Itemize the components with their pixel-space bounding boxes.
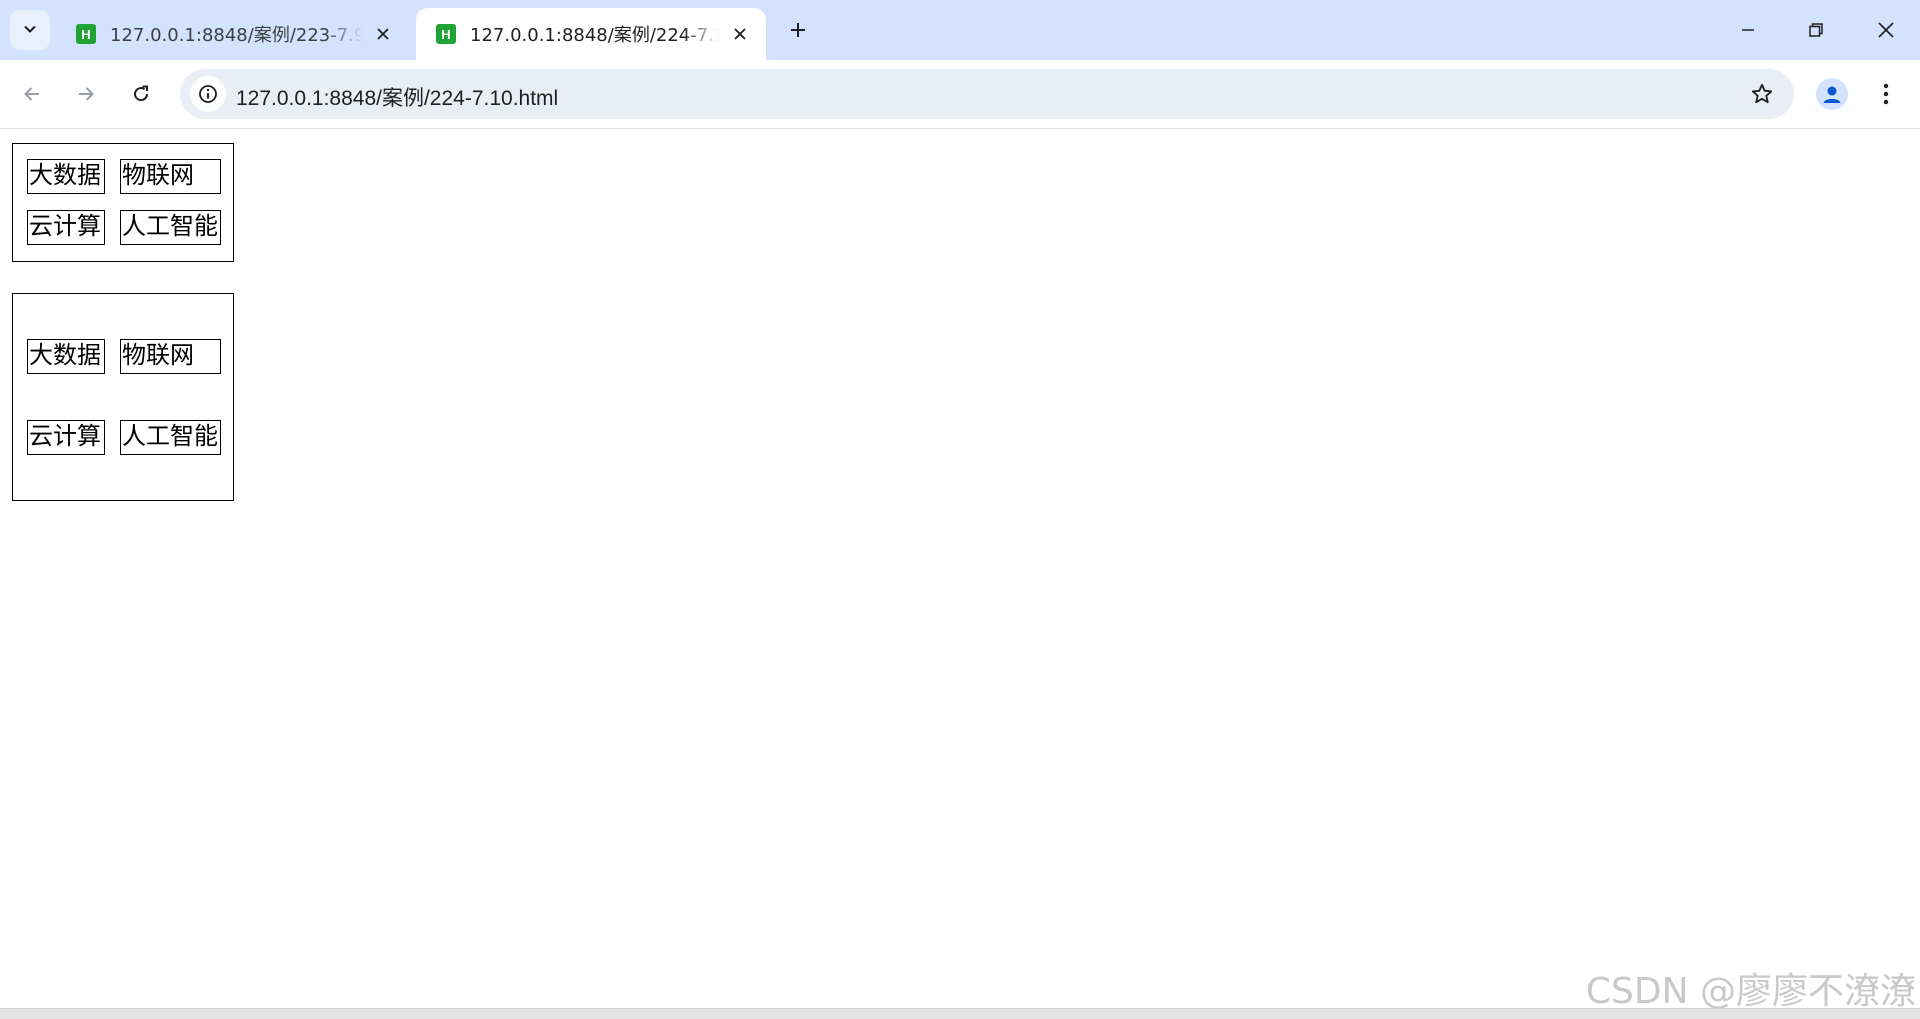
- arrow-right-icon: [79, 87, 94, 101]
- forward-button[interactable]: [66, 74, 106, 114]
- tab-title: 127.0.0.1:8848/案例/223-7.9.html: [110, 25, 363, 46]
- list-item: 云计算: [27, 210, 105, 245]
- kebab-menu-icon: [1883, 83, 1889, 105]
- close-icon: [377, 28, 389, 40]
- restore-button[interactable]: [1786, 0, 1846, 60]
- list-item: 大数据: [27, 339, 105, 374]
- profile-button[interactable]: [1816, 78, 1848, 110]
- window-bottom-edge: [0, 1008, 1920, 1019]
- list-item: 云计算: [27, 420, 105, 455]
- restore-icon: [1809, 23, 1823, 37]
- list-item: 人工智能: [120, 210, 221, 245]
- new-tab-button[interactable]: [780, 12, 816, 48]
- close-icon: [734, 28, 746, 40]
- bookmark-button[interactable]: [1748, 80, 1776, 108]
- close-icon: [1878, 22, 1894, 38]
- close-tab-button[interactable]: [371, 22, 395, 46]
- watermark-text: CSDN @廖廖不潦潦: [1585, 971, 1916, 1012]
- menu-button[interactable]: [1870, 74, 1902, 114]
- tab-search-button[interactable]: [10, 10, 50, 50]
- back-button[interactable]: [12, 74, 52, 114]
- box-container-1: 大数据 物联网 云计算 人工智能: [12, 143, 234, 262]
- minimize-icon: [1742, 29, 1754, 31]
- chevron-down-icon: [23, 21, 37, 40]
- list-item: 物联网: [120, 159, 221, 194]
- hbuilder-favicon-icon: H: [436, 24, 456, 44]
- arrow-left-icon: [24, 87, 39, 101]
- list-item: 大数据: [27, 159, 105, 194]
- box-container-2: 大数据 物联网 云计算 人工智能: [12, 293, 234, 501]
- list-item: 物联网: [120, 339, 221, 374]
- tab-active[interactable]: H 127.0.0.1:8848/案例/224-7.10.html: [416, 8, 766, 60]
- minimize-button[interactable]: [1718, 0, 1778, 60]
- page-viewport: 大数据 物联网 云计算 人工智能 大数据 物联网 云计算 人工智能: [0, 129, 1920, 1009]
- reload-button[interactable]: [121, 74, 161, 114]
- address-bar[interactable]: 127.0.0.1:8848/案例/224-7.10.html: [180, 69, 1794, 119]
- site-info-button[interactable]: [190, 76, 226, 112]
- star-icon: [1751, 83, 1773, 104]
- browser-toolbar: 127.0.0.1:8848/案例/224-7.10.html: [0, 60, 1920, 129]
- tab-title: 127.0.0.1:8848/案例/224-7.10.html: [470, 25, 720, 46]
- url-text[interactable]: 127.0.0.1:8848/案例/224-7.10.html: [236, 82, 558, 112]
- person-icon: [1823, 86, 1841, 103]
- close-tab-button[interactable]: [728, 22, 752, 46]
- close-window-button[interactable]: [1856, 0, 1916, 60]
- plus-icon: [791, 23, 805, 37]
- info-icon: [199, 85, 217, 103]
- list-item: 人工智能: [120, 420, 221, 455]
- tab-inactive[interactable]: H 127.0.0.1:8848/案例/223-7.9.html: [56, 8, 409, 60]
- hbuilder-favicon-icon: H: [76, 24, 96, 44]
- reload-icon: [134, 85, 149, 102]
- tab-strip: H 127.0.0.1:8848/案例/223-7.9.html H 127.0…: [0, 0, 1920, 60]
